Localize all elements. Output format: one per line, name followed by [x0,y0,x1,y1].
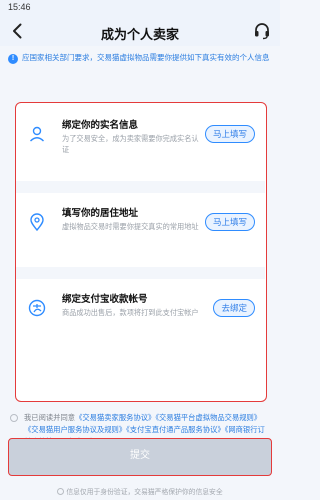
step-real-name: 绑定你的实名信息 为了交易安全，成为卖家需要你完成实名认证 马上填写 [16,111,265,165]
privacy-footer: 信息仅用于身份验证，交易猫严格保护你的信息安全 [0,486,280,496]
step-title: 绑定支付宝收款帐号 [62,294,148,305]
status-time: 15:46 [8,2,31,12]
agree-checkbox[interactable] [10,414,18,422]
agreement-prefix: 我已阅读并同意 [24,413,76,422]
step-address: 填写你的居住地址 虚拟物品交易时需要你提交真实的常用地址 马上填写 [16,199,265,253]
divider [16,181,265,193]
step-title: 填写你的居住地址 [62,208,139,219]
person-icon [30,126,44,142]
status-bar: 15:46 [0,0,280,16]
fill-address-button[interactable]: 马上填写 [204,213,255,231]
agreement-link-user-service[interactable]: 《交易猫用户服务协议及规则》 [24,425,126,434]
nav-bar: 成为个人卖家 [0,16,280,46]
info-notice: ! 应国家相关部门要求，交易猫虚拟物品需要你提供如下真实有效的个人信息 [8,52,272,82]
submit-button[interactable]: 提交 [8,438,272,476]
step-desc: 虚拟物品交易时需要你提交真实的常用地址 [62,222,199,231]
headset-icon [255,23,269,40]
step-title: 绑定你的实名信息 [62,120,139,131]
bind-alipay-button[interactable]: 去绑定 [213,299,255,317]
notice-text: 应国家相关部门要求，交易猫虚拟物品需要你提供如下真实有效的个人信息 [22,53,270,62]
step-alipay: 绑定支付宝收款帐号 商品成功出售后，款项将打到此支付宝帐户 去绑定 [16,285,265,339]
footer-text: 信息仅用于身份验证，交易猫严格保护你的信息安全 [66,489,223,496]
customer-service-button[interactable] [252,21,272,41]
agreement-link-trade-rules[interactable]: 《交易猫平台虚拟物品交易规则》 [155,413,261,422]
alipay-icon [28,299,46,317]
location-icon [30,213,44,231]
agreement-link-seller[interactable]: 《交易猫卖家服务协议》 [75,413,155,422]
verification-steps-card: 绑定你的实名信息 为了交易安全，成为卖家需要你完成实名认证 马上填写 填写你的居… [15,102,267,402]
step-desc: 商品成功出售后，款项将打到此支付宝帐户 [62,308,199,317]
info-icon: ! [8,54,18,64]
step-desc: 为了交易安全，成为卖家需要你完成实名认证 [62,134,199,154]
fill-real-name-button[interactable]: 马上填写 [204,125,255,143]
divider [16,267,265,279]
page-title: 成为个人卖家 [100,27,179,42]
shield-icon [57,488,65,495]
agreement-link-alipay[interactable]: 《支付宝直付通产品服务协议》 [126,425,225,434]
